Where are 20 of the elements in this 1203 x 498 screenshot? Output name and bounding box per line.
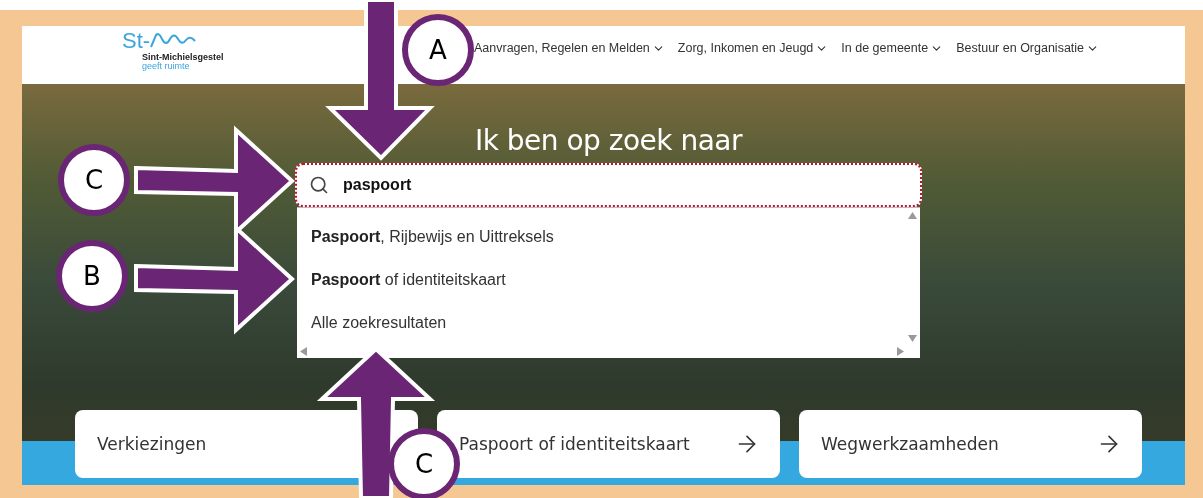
nav-menu-item[interactable]: Zorg, Inkomen en Jeugd [677, 41, 829, 55]
scroll-left-icon[interactable] [300, 347, 307, 356]
suggestion-item[interactable]: Paspoort of identiteitskaart [297, 271, 920, 314]
suggestion-item[interactable]: Paspoort, Rijbewijs en Uittreksels [297, 228, 920, 271]
quick-link-card[interactable]: Paspoort of identiteitskaart [437, 410, 780, 478]
search-field[interactable]: paspoort [295, 163, 922, 207]
search-icon [309, 175, 329, 195]
scroll-down-icon[interactable] [908, 335, 917, 342]
scroll-up-icon[interactable] [908, 212, 917, 219]
hero-title: Ik ben op zoek naar [474, 124, 743, 157]
wave-logo-icon [150, 32, 197, 49]
suggestion-item[interactable]: Alle zoekresultaten [297, 314, 920, 357]
quick-link-card[interactable]: Wegwerkzaamheden [799, 410, 1142, 478]
nav-menu-item[interactable]: Aanvragen, Regelen en Melden [474, 41, 665, 55]
logo-mark: St- [122, 29, 151, 52]
nav-menu-item[interactable]: In de gemeente [841, 41, 944, 55]
scroll-right-icon[interactable] [897, 347, 904, 356]
nav-menu-item[interactable]: Bestuur en Organisatie [956, 41, 1100, 55]
logo-name: Sint-Michielsgestel [142, 51, 225, 63]
logo-tagline: geeft ruimte [142, 62, 190, 73]
